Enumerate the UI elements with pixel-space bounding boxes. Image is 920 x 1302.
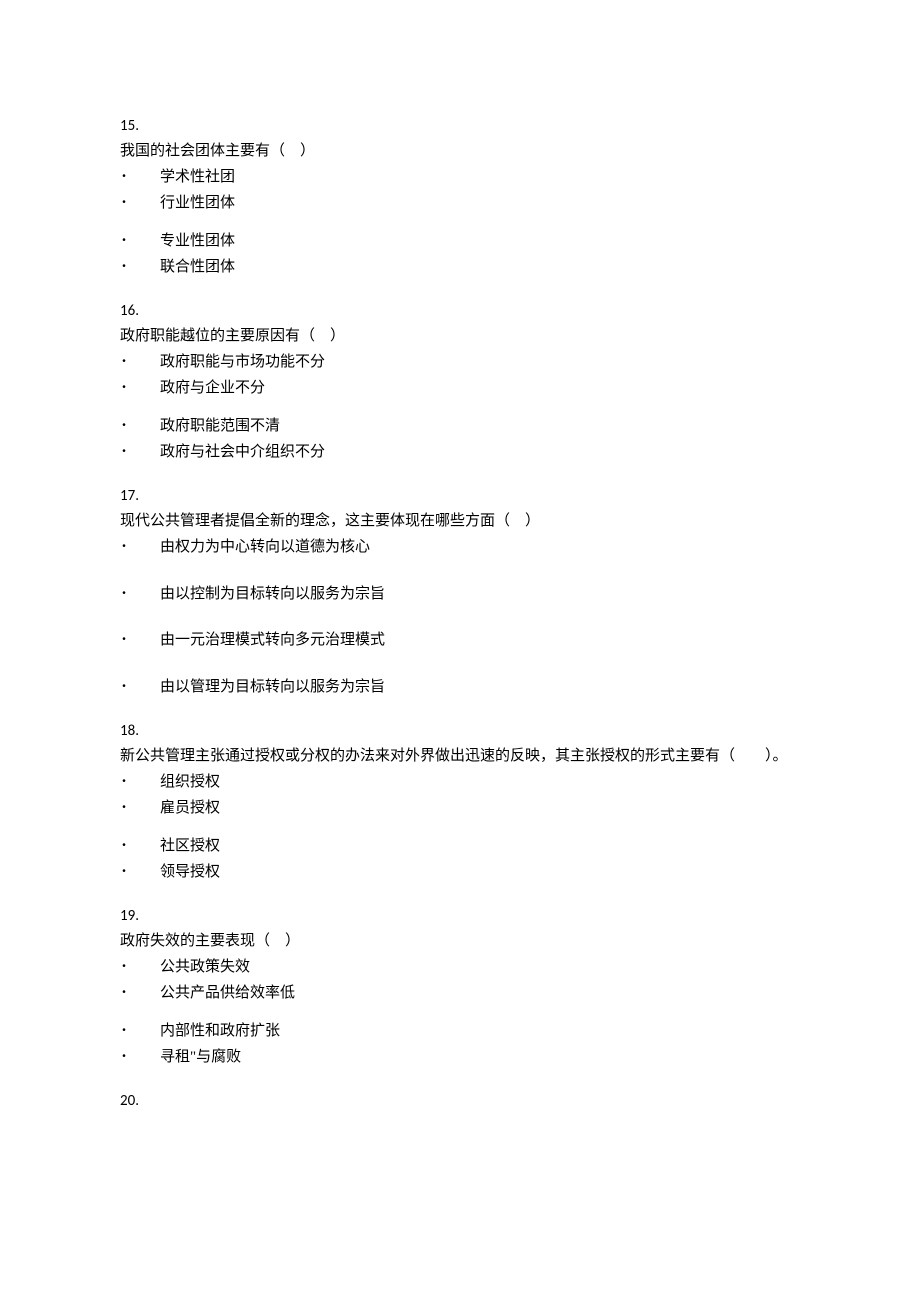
list-item: • 组织授权 (120, 771, 800, 794)
bullet-icon: • (120, 230, 128, 252)
bullet-icon: • (120, 835, 128, 857)
option-text: 政府职能与市场功能不分 (160, 351, 325, 374)
list-item: • 由权力为中心转向以道德为核心 (120, 536, 800, 559)
bullet-icon: • (120, 1046, 128, 1068)
option-text: 行业性团体 (160, 192, 235, 215)
option-text: 政府职能范围不清 (160, 415, 280, 438)
list-item: • 专业性团体 (120, 230, 800, 253)
list-item: • 由一元治理模式转向多元治理模式 (120, 629, 800, 652)
bullet-icon: • (120, 771, 128, 793)
list-item: • 寻租"与腐败 (120, 1046, 800, 1069)
question-list: 15.我国的社会团体主要有（ ） • 学术性社团 • 行业性团体 • 专业性团体 • 联合性团体… (120, 115, 800, 1113)
question-number: 19. (120, 905, 800, 928)
list-item: • 领导授权 (120, 861, 800, 884)
bullet-icon: • (120, 861, 128, 883)
question-stem: 政府失效的主要表现（ ） (120, 930, 800, 953)
question-block: 18.新公共管理主张通过授权或分权的办法来对外界做出迅速的反映，其主张授权的形式… (120, 720, 800, 883)
question-stem: 政府职能越位的主要原因有（ ） (120, 325, 800, 348)
question-block: 15.我国的社会团体主要有（ ） • 学术性社团 • 行业性团体 • 专业性团体 • 联合性团体 (120, 115, 800, 278)
bullet-icon: • (120, 256, 128, 278)
list-item: • 公共政策失效 (120, 956, 800, 979)
list-item: • 政府职能与市场功能不分 (120, 351, 800, 374)
list-item: • 内部性和政府扩张 (120, 1020, 800, 1043)
question-number: 20. (120, 1090, 800, 1113)
option-text: 公共政策失效 (160, 956, 250, 979)
question-stem: 新公共管理主张通过授权或分权的办法来对外界做出迅速的反映，其主张授权的形式主要有… (120, 745, 800, 768)
list-item: • 由以控制为目标转向以服务为宗旨 (120, 583, 800, 606)
option-text: 由以控制为目标转向以服务为宗旨 (160, 583, 385, 606)
question-number: 15. (120, 115, 800, 138)
option-text: 领导授权 (160, 861, 220, 884)
option-text: 由以管理为目标转向以服务为宗旨 (160, 676, 385, 699)
bullet-icon: • (120, 583, 128, 605)
bullet-icon: • (120, 166, 128, 188)
question-stem: 现代公共管理者提倡全新的理念，这主要体现在哪些方面（ ） (120, 510, 800, 533)
bullet-icon: • (120, 676, 128, 698)
question-number: 16. (120, 300, 800, 323)
bullet-icon: • (120, 1020, 128, 1042)
option-text: 学术性社团 (160, 166, 235, 189)
option-list: • 组织授权 • 雇员授权 • 社区授权 • 领导授权 (120, 771, 800, 883)
bullet-icon: • (120, 982, 128, 1004)
list-item: • 联合性团体 (120, 256, 800, 279)
option-text: 寻租"与腐败 (160, 1046, 241, 1069)
list-item: • 公共产品供给效率低 (120, 982, 800, 1005)
list-item: • 行业性团体 (120, 192, 800, 215)
option-text: 专业性团体 (160, 230, 235, 253)
bullet-icon: • (120, 956, 128, 978)
option-text: 联合性团体 (160, 256, 235, 279)
bullet-icon: • (120, 377, 128, 399)
bullet-icon: • (120, 351, 128, 373)
question-block: 16.政府职能越位的主要原因有（ ） • 政府职能与市场功能不分 • 政府与企业不分 • 政… (120, 300, 800, 463)
bullet-icon: • (120, 536, 128, 558)
bullet-icon: • (120, 797, 128, 819)
question-number: 17. (120, 485, 800, 508)
option-text: 政府与社会中介组织不分 (160, 441, 325, 464)
bullet-icon: • (120, 441, 128, 463)
question-block: 19.政府失效的主要表现（ ） • 公共政策失效 • 公共产品供给效率低 • 内部性和政府扩… (120, 905, 800, 1068)
list-item: • 政府与企业不分 (120, 377, 800, 400)
question-stem: 我国的社会团体主要有（ ） (120, 140, 800, 163)
option-list: • 政府职能与市场功能不分 • 政府与企业不分 • 政府职能范围不清 • 政府与社会中介组织不… (120, 351, 800, 463)
list-item: • 政府与社会中介组织不分 (120, 441, 800, 464)
option-text: 社区授权 (160, 835, 220, 858)
bullet-icon: • (120, 192, 128, 214)
list-item: • 政府职能范围不清 (120, 415, 800, 438)
question-number: 18. (120, 720, 800, 743)
option-text: 由权力为中心转向以道德为核心 (160, 536, 370, 559)
document-page: 15.我国的社会团体主要有（ ） • 学术性社团 • 行业性团体 • 专业性团体 • 联合性团体… (0, 0, 920, 1302)
question-block: 20. (120, 1090, 800, 1113)
question-block: 17.现代公共管理者提倡全新的理念，这主要体现在哪些方面（ ） • 由权力为中心转向… (120, 485, 800, 698)
option-text: 内部性和政府扩张 (160, 1020, 280, 1043)
option-text: 组织授权 (160, 771, 220, 794)
bullet-icon: • (120, 629, 128, 651)
option-text: 雇员授权 (160, 797, 220, 820)
option-text: 由一元治理模式转向多元治理模式 (160, 629, 385, 652)
option-list: • 公共政策失效 • 公共产品供给效率低 • 内部性和政府扩张 • 寻租"与腐败 (120, 956, 800, 1068)
option-list: • 由权力为中心转向以道德为核心 • 由以控制为目标转向以服务为宗旨 • 由一元治理模式转… (120, 536, 800, 698)
list-item: • 学术性社团 (120, 166, 800, 189)
option-text: 政府与企业不分 (160, 377, 265, 400)
list-item: • 社区授权 (120, 835, 800, 858)
option-list: • 学术性社团 • 行业性团体 • 专业性团体 • 联合性团体 (120, 166, 800, 278)
bullet-icon: • (120, 415, 128, 437)
list-item: • 雇员授权 (120, 797, 800, 820)
list-item: • 由以管理为目标转向以服务为宗旨 (120, 676, 800, 699)
option-text: 公共产品供给效率低 (160, 982, 295, 1005)
